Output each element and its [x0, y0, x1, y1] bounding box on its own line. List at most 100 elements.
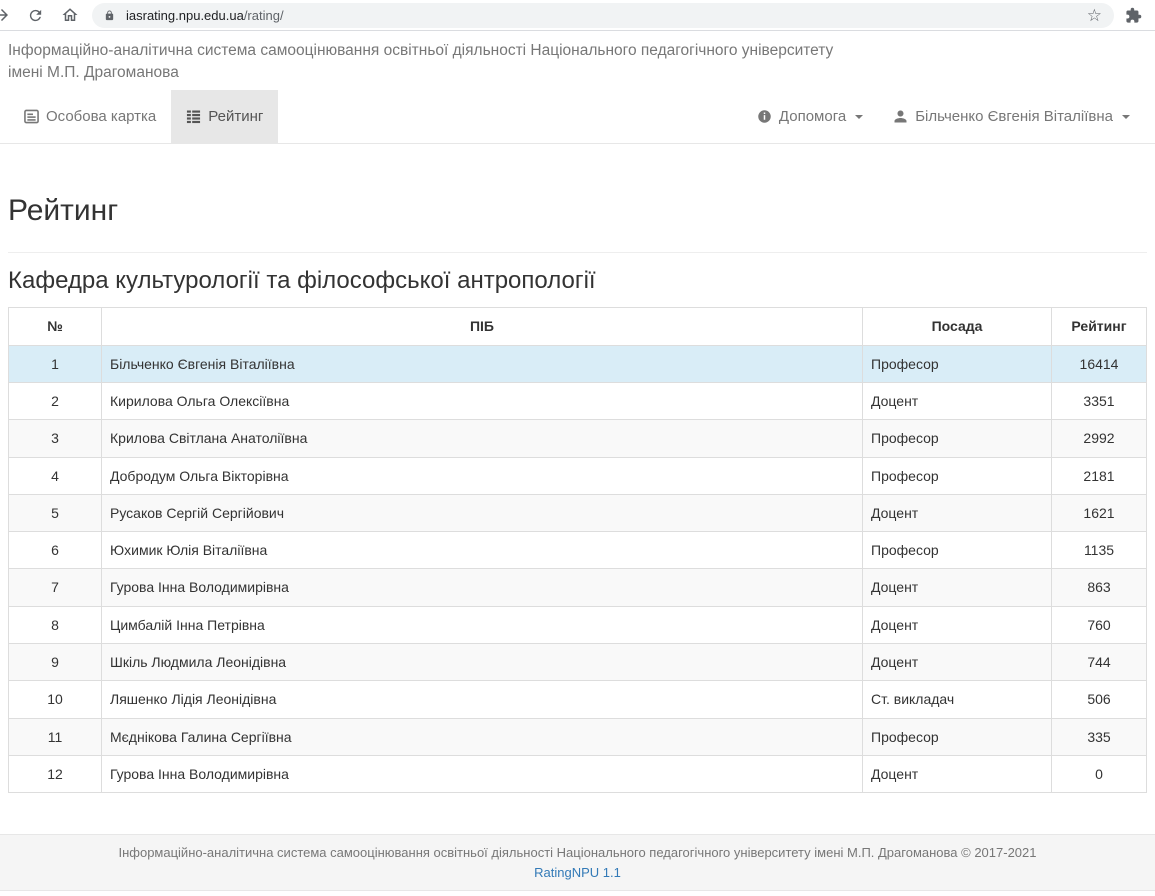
row-name: Кирилова Ольга Олексіївна	[102, 382, 863, 419]
row-number: 4	[9, 457, 102, 494]
row-number: 8	[9, 606, 102, 643]
rating-table: № ПІБ Посада Рейтинг 1 Більченко Євгенія…	[8, 307, 1147, 793]
info-icon	[757, 109, 772, 124]
row-position: Доцент	[863, 644, 1052, 681]
user-name-label: Більченко Євгенія Віталіївна	[915, 108, 1113, 125]
department-title: Кафедра культурології та філософської ан…	[8, 267, 1147, 295]
table-row: 2 Кирилова Ольга Олексіївна Доцент 3351	[9, 382, 1147, 419]
row-rating: 506	[1052, 681, 1147, 718]
row-rating: 2992	[1052, 420, 1147, 457]
row-name: Гурова Інна Володимирівна	[102, 755, 863, 792]
row-position: Професор	[863, 345, 1052, 382]
home-button[interactable]	[61, 6, 79, 24]
reload-button[interactable]	[27, 7, 44, 24]
row-name: Гурова Інна Володимирівна	[102, 569, 863, 606]
table-row: 1 Більченко Євгенія Віталіївна Професор …	[9, 345, 1147, 382]
table-row: 6 Юхимик Юлія Віталіївна Професор 1135	[9, 532, 1147, 569]
row-number: 1	[9, 345, 102, 382]
help-dropdown[interactable]: Допомога	[742, 90, 878, 143]
row-rating: 1135	[1052, 532, 1147, 569]
rating-table-body: 1 Більченко Євгенія Віталіївна Професор …	[9, 345, 1147, 793]
row-name: Ляшенко Лідія Леонідівна	[102, 681, 863, 718]
tab-personal-card[interactable]: Особова картка	[9, 90, 171, 143]
arrow-forward-icon	[2, 6, 11, 24]
puzzle-icon	[1125, 7, 1142, 24]
row-rating: 1621	[1052, 494, 1147, 531]
row-position: Доцент	[863, 494, 1052, 531]
row-name: Цимбалій Інна Петрівна	[102, 606, 863, 643]
chevron-down-icon	[1122, 115, 1130, 119]
list-icon	[186, 109, 201, 124]
row-position: Ст. викладач	[863, 681, 1052, 718]
table-row: 9 Шкіль Людмила Леонідівна Доцент 744	[9, 644, 1147, 681]
bookmark-star-icon[interactable]: ☆	[1087, 7, 1102, 24]
help-label: Допомога	[779, 108, 846, 125]
site-title: Інформаційно-аналітична система самооцін…	[8, 40, 868, 83]
row-position: Професор	[863, 420, 1052, 457]
main-navbar: Особова картка Рейтинг Допомога Більченк…	[0, 90, 1155, 144]
extensions-button[interactable]	[1125, 7, 1142, 24]
row-position: Доцент	[863, 755, 1052, 792]
table-row: 4 Добродум Ольга Вікторівна Професор 218…	[9, 457, 1147, 494]
row-position: Доцент	[863, 569, 1052, 606]
column-header-position: Посада	[863, 308, 1052, 345]
row-name: Юхимик Юлія Віталіївна	[102, 532, 863, 569]
row-position: Доцент	[863, 382, 1052, 419]
row-position: Доцент	[863, 606, 1052, 643]
rating-table-header: № ПІБ Посада Рейтинг	[9, 308, 1147, 345]
row-number: 11	[9, 718, 102, 755]
row-rating: 863	[1052, 569, 1147, 606]
column-header-name: ПІБ	[102, 308, 863, 345]
row-name: Добродум Ольга Вікторівна	[102, 457, 863, 494]
url-text: iasrating.npu.edu.ua/rating/	[126, 8, 1087, 23]
row-rating: 3351	[1052, 382, 1147, 419]
row-number: 10	[9, 681, 102, 718]
table-row: 5 Русаков Сергій Сергійович Доцент 1621	[9, 494, 1147, 531]
tab-label: Рейтинг	[208, 108, 263, 125]
version-link[interactable]: RatingNPU 1.1	[534, 865, 621, 880]
row-number: 7	[9, 569, 102, 606]
footer-copyright: Інформаційно-аналітична система самооцін…	[10, 845, 1145, 860]
chevron-down-icon	[855, 115, 863, 119]
table-row: 10 Ляшенко Лідія Леонідівна Ст. викладач…	[9, 681, 1147, 718]
row-name: Більченко Євгенія Віталіївна	[102, 345, 863, 382]
site-footer: Інформаційно-аналітична система самооцін…	[0, 834, 1155, 891]
reload-icon	[27, 7, 44, 24]
row-name: Мєднікова Галина Сергіївна	[102, 718, 863, 755]
table-row: 12 Гурова Інна Володимирівна Доцент 0	[9, 755, 1147, 792]
table-row: 3 Крилова Світлана Анатоліївна Професор …	[9, 420, 1147, 457]
user-dropdown[interactable]: Більченко Євгенія Віталіївна	[878, 90, 1145, 143]
table-row: 11 Мєднікова Галина Сергіївна Професор 3…	[9, 718, 1147, 755]
lock-icon	[104, 9, 115, 22]
main-content: Рейтинг Кафедра культурології та філософ…	[0, 194, 1155, 793]
tab-rating[interactable]: Рейтинг	[171, 90, 278, 143]
page-title: Рейтинг	[8, 194, 1147, 253]
row-rating: 744	[1052, 644, 1147, 681]
row-position: Професор	[863, 718, 1052, 755]
url-domain: iasrating.npu.edu.ua	[126, 8, 244, 23]
home-icon	[61, 6, 79, 24]
table-row: 7 Гурова Інна Володимирівна Доцент 863	[9, 569, 1147, 606]
user-icon	[893, 109, 908, 124]
address-bar[interactable]: iasrating.npu.edu.ua/rating/ ☆	[92, 3, 1114, 28]
row-number: 9	[9, 644, 102, 681]
row-rating: 2181	[1052, 457, 1147, 494]
row-position: Професор	[863, 457, 1052, 494]
browser-toolbar: iasrating.npu.edu.ua/rating/ ☆	[0, 0, 1155, 31]
column-header-rating: Рейтинг	[1052, 308, 1147, 345]
url-path: /rating/	[244, 8, 284, 23]
row-number: 6	[9, 532, 102, 569]
row-rating: 0	[1052, 755, 1147, 792]
forward-button[interactable]	[0, 6, 13, 24]
tab-label: Особова картка	[46, 108, 156, 125]
card-icon	[24, 109, 39, 124]
site-header: Інформаційно-аналітична система самооцін…	[0, 31, 1155, 90]
row-name: Русаков Сергій Сергійович	[102, 494, 863, 531]
row-number: 5	[9, 494, 102, 531]
nav-tabs: Особова картка Рейтинг	[0, 90, 278, 143]
row-rating: 760	[1052, 606, 1147, 643]
column-header-number: №	[9, 308, 102, 345]
row-name: Шкіль Людмила Леонідівна	[102, 644, 863, 681]
row-rating: 335	[1052, 718, 1147, 755]
row-number: 2	[9, 382, 102, 419]
